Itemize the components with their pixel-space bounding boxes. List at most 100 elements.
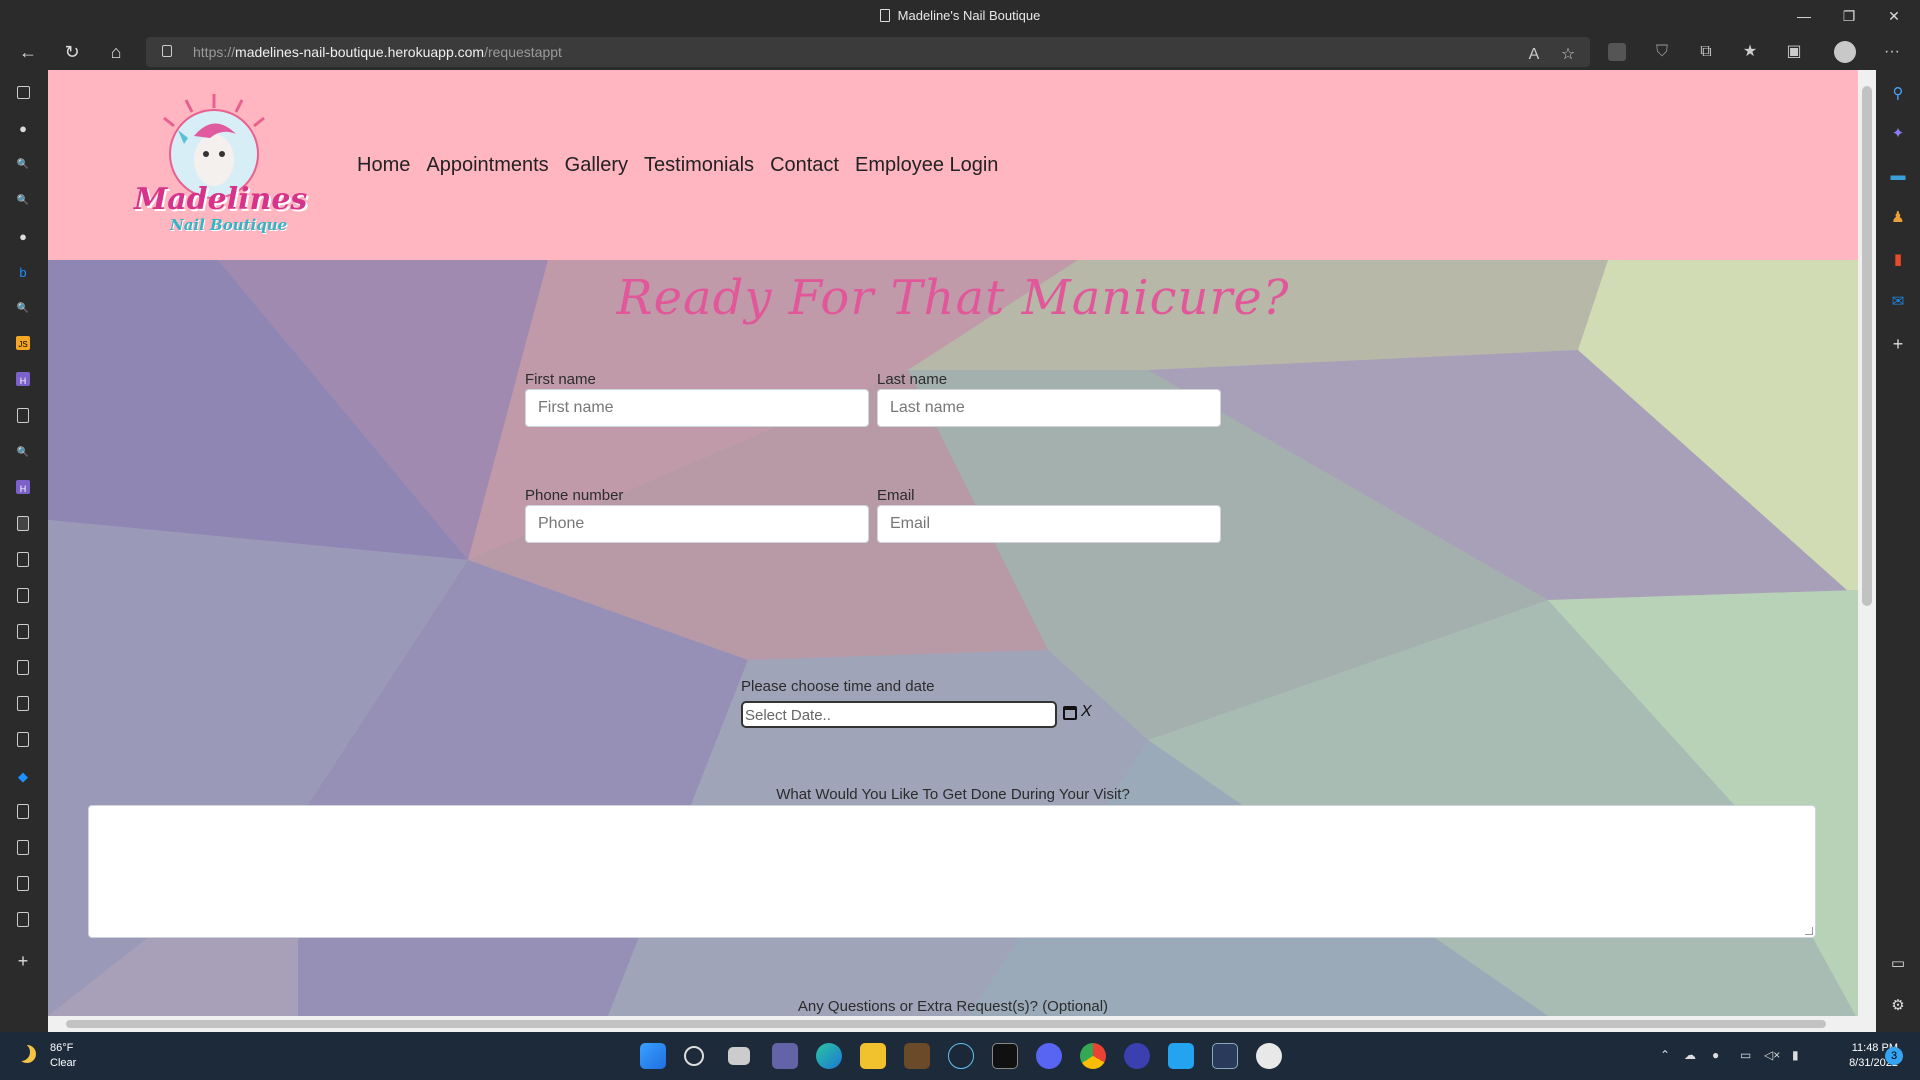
last-name-input[interactable]: Last name: [877, 389, 1221, 427]
search-taskbar-icon[interactable]: [684, 1046, 704, 1066]
hide-sidebar-icon[interactable]: ▭: [1888, 954, 1908, 974]
shield-icon[interactable]: ⛉: [1650, 40, 1674, 64]
tools-icon[interactable]: ♟: [1888, 208, 1908, 228]
browser-app-icon[interactable]: [1124, 1043, 1150, 1069]
start-icon[interactable]: [640, 1043, 666, 1069]
add-sidebar-app-icon[interactable]: +: [1888, 334, 1908, 354]
bing-icon[interactable]: b: [14, 264, 32, 282]
minimize-button[interactable]: —: [1782, 0, 1826, 34]
page-tab-icon-9[interactable]: [17, 840, 29, 855]
page-tab-icon-7[interactable]: [17, 732, 29, 747]
search-tab-icon[interactable]: 🔍: [14, 156, 32, 174]
page-tab-icon-8[interactable]: [17, 804, 29, 819]
github-icon-2[interactable]: ●: [14, 228, 32, 246]
email-input[interactable]: Email: [877, 505, 1221, 543]
file-explorer-icon[interactable]: [860, 1043, 886, 1069]
heroku-icon-2[interactable]: H: [16, 480, 30, 494]
page-tab-icon-4[interactable]: [17, 624, 29, 639]
page-viewport: Madelines Nail Boutique Home Appointment…: [48, 70, 1858, 1016]
slack-icon[interactable]: [1256, 1043, 1282, 1069]
edge-icon[interactable]: [816, 1043, 842, 1069]
page-tab-icon-2[interactable]: [17, 552, 29, 567]
vertical-tabs-sidebar: ● 🔍 🔍 ● b 🔍 JS H 🔍 H ◆ +: [0, 70, 48, 1032]
nav-testimonials[interactable]: Testimonials: [644, 154, 754, 177]
extension-icon[interactable]: [1608, 43, 1626, 61]
vertical-scrollbar[interactable]: [1858, 70, 1876, 1016]
terminal-icon[interactable]: [992, 1043, 1018, 1069]
new-tab-icon[interactable]: +: [14, 952, 32, 970]
page-tab-icon-3[interactable]: [17, 588, 29, 603]
close-button[interactable]: ✕: [1872, 0, 1916, 34]
volume-muted-icon[interactable]: ◁×: [1764, 1048, 1780, 1062]
search-tab-icon-3[interactable]: 🔍: [14, 300, 32, 318]
js-icon[interactable]: JS: [16, 336, 30, 350]
home-icon[interactable]: ⌂: [102, 40, 130, 64]
page-tab-icon-5[interactable]: [17, 660, 29, 675]
back-icon[interactable]: ←: [14, 40, 42, 64]
discover-icon[interactable]: ✦: [1888, 124, 1908, 144]
tab-actions-icon[interactable]: [17, 86, 30, 99]
nav-contact[interactable]: Contact: [770, 154, 839, 177]
windows-taskbar: 86°F Clear ⌃ ☁ ● ▭ ◁× ▮ 11:48 PM 8/31/2022…: [0, 1032, 1920, 1080]
microphone-icon[interactable]: ●: [1712, 1048, 1719, 1062]
profile-avatar[interactable]: [1834, 41, 1856, 63]
date-label: Please choose time and date: [741, 678, 935, 695]
vertical-scroll-thumb[interactable]: [1862, 86, 1872, 606]
date-picker-input[interactable]: Select Date..: [741, 701, 1057, 728]
horizontal-scroll-thumb[interactable]: [66, 1020, 1826, 1028]
address-bar[interactable]: https://madelines-nail-boutique.herokuap…: [146, 37, 1590, 67]
visit-textarea[interactable]: [88, 805, 1816, 938]
page-tab-icon-6[interactable]: [17, 696, 29, 711]
more-icon[interactable]: ···: [1880, 40, 1904, 64]
calendar-icon[interactable]: [1063, 706, 1077, 720]
extensions-icon[interactable]: ⧉: [1694, 40, 1718, 64]
battery-icon[interactable]: ▮: [1792, 1048, 1799, 1062]
heroku-icon[interactable]: H: [16, 372, 30, 386]
outlook-icon[interactable]: ✉: [1888, 292, 1908, 312]
office-icon[interactable]: ▮: [1888, 250, 1908, 270]
horizontal-scrollbar[interactable]: [48, 1016, 1876, 1032]
onedrive-icon[interactable]: ☁: [1684, 1048, 1696, 1062]
weather-condition: Clear: [50, 1057, 77, 1069]
tray-overflow-icon[interactable]: ⌃: [1660, 1048, 1670, 1062]
favorites-icon[interactable]: ★: [1738, 40, 1762, 64]
github-icon[interactable]: ●: [14, 120, 32, 138]
azure-icon[interactable]: ◆: [14, 768, 32, 786]
minecraft-icon[interactable]: [904, 1043, 930, 1069]
active-page-tab-icon[interactable]: [17, 516, 29, 531]
nav-appointments[interactable]: Appointments: [426, 154, 548, 177]
task-view-icon[interactable]: [728, 1047, 750, 1065]
refresh-icon[interactable]: ↻: [58, 40, 86, 64]
page-tab-icon[interactable]: [17, 408, 29, 423]
search-tab-icon-2[interactable]: 🔍: [14, 192, 32, 210]
steam-icon[interactable]: [948, 1043, 974, 1069]
phone-input[interactable]: Phone: [525, 505, 869, 543]
settings-gear-icon[interactable]: ⚙: [1888, 996, 1908, 1016]
discord-icon[interactable]: [1036, 1043, 1062, 1069]
search-tab-icon-4[interactable]: 🔍: [14, 444, 32, 462]
nav-home[interactable]: Home: [357, 154, 410, 177]
weather-temp: 86°F: [50, 1042, 74, 1054]
page-tab-icon-10[interactable]: [17, 876, 29, 891]
site-nav: Home Appointments Gallery Testimonials C…: [357, 154, 998, 177]
app-icon[interactable]: [1212, 1043, 1238, 1069]
first-name-input[interactable]: First name: [525, 389, 869, 427]
shopping-icon[interactable]: ▬: [1888, 166, 1908, 186]
chrome-icon[interactable]: [1080, 1043, 1106, 1069]
notification-badge[interactable]: 3: [1885, 1047, 1903, 1065]
collections-icon[interactable]: ▣: [1782, 40, 1806, 64]
clear-date-button[interactable]: X: [1081, 703, 1092, 721]
network-icon[interactable]: ▭: [1740, 1048, 1751, 1062]
read-aloud-icon[interactable]: A: [1522, 43, 1546, 67]
url-text[interactable]: https://madelines-nail-boutique.herokuap…: [193, 44, 562, 60]
favorite-star-icon[interactable]: ☆: [1556, 43, 1580, 67]
page-tab-icon-11[interactable]: [17, 912, 29, 927]
nav-employee-login[interactable]: Employee Login: [855, 154, 998, 177]
teams-icon[interactable]: [772, 1043, 798, 1069]
browser-window: Madeline's Nail Boutique — ❐ ✕ ← ↻ ⌂ htt…: [0, 0, 1920, 1080]
resize-grip[interactable]: [1805, 927, 1813, 935]
search-icon[interactable]: ⚲: [1888, 84, 1908, 104]
nav-gallery[interactable]: Gallery: [565, 154, 628, 177]
vscode-icon[interactable]: [1168, 1043, 1194, 1069]
restore-button[interactable]: ❐: [1827, 0, 1871, 34]
